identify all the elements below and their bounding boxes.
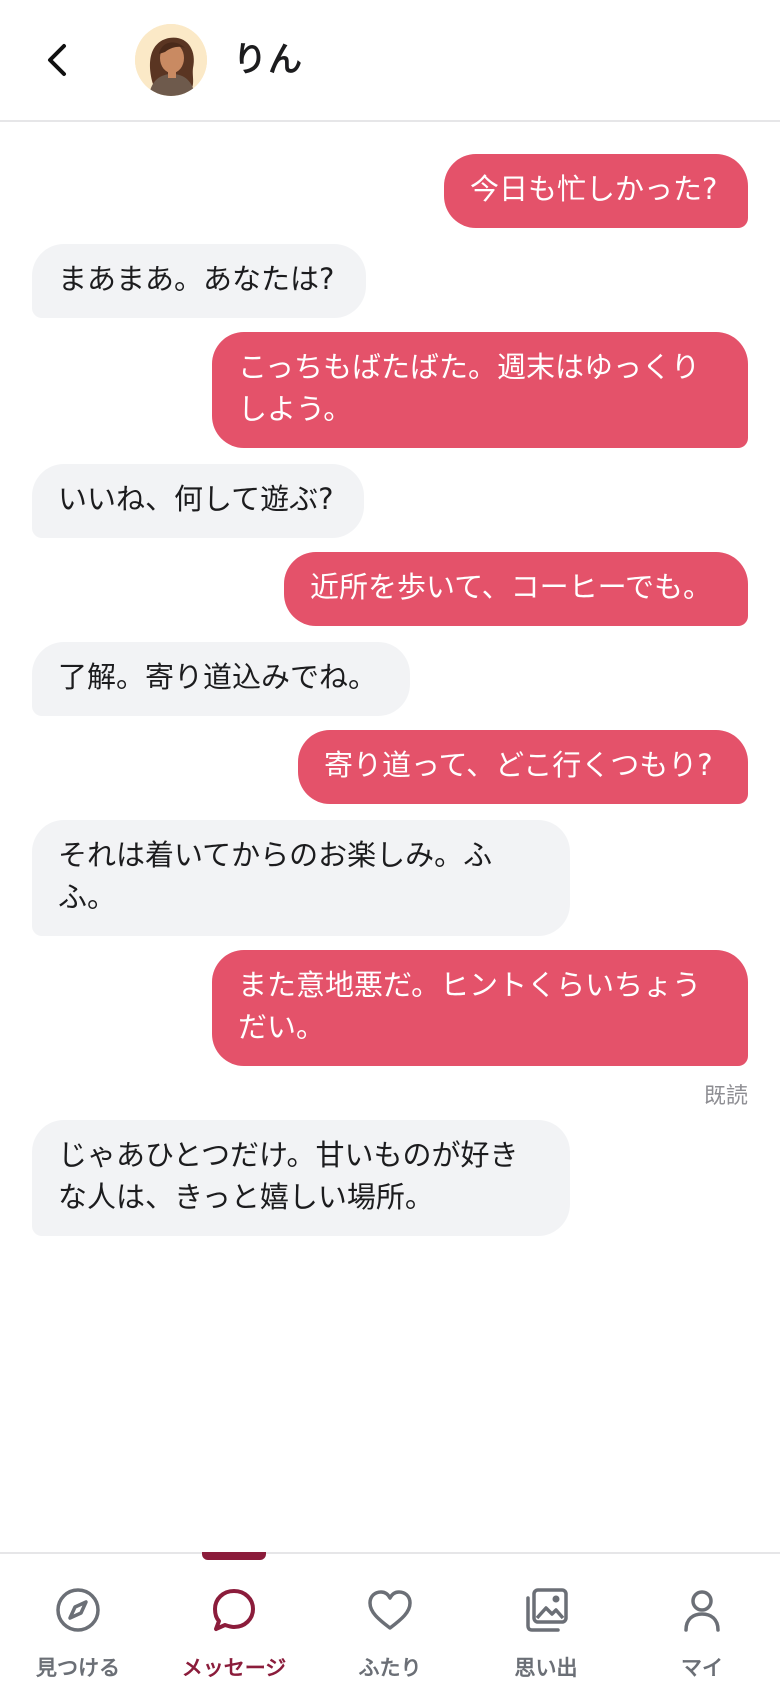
nav-item-memories[interactable]: 思い出 — [468, 1554, 624, 1692]
user-icon — [684, 1590, 720, 1632]
message-bubble-received[interactable]: それは着いてからのお楽しみ。ふふ。 — [32, 820, 570, 936]
nav-label: ふたり — [358, 1656, 422, 1680]
nav-item-discover[interactable]: 見つける — [0, 1554, 156, 1692]
nav-label: マイ — [681, 1656, 723, 1680]
chat-bubble-icon — [213, 1589, 255, 1631]
message-bubble-received[interactable]: まあまあ。あなたは? — [32, 244, 366, 318]
contact-name[interactable]: りん — [233, 36, 303, 84]
nav-item-couple[interactable]: ふたり — [312, 1554, 468, 1692]
message-bubble-sent[interactable]: こっちもばたばた。週末はゆっくりしよう。 — [212, 332, 748, 448]
message-bubble-received[interactable]: いいね、何して遊ぶ? — [32, 464, 364, 538]
bottom-nav: 見つける メッセージ ふたり 思い出 マイ — [0, 1552, 780, 1692]
avatar[interactable] — [135, 24, 207, 96]
back-button[interactable] — [30, 30, 84, 90]
message-bubble-sent[interactable]: また意地悪だ。ヒントくらいちょうだい。 — [212, 950, 748, 1066]
chevron-left-icon — [48, 44, 66, 76]
nav-label: メッセージ — [181, 1656, 287, 1680]
message-bubble-received[interactable]: 了解。寄り道込みでね。 — [32, 642, 410, 716]
heart-icon — [368, 1590, 412, 1630]
nav-item-my-page[interactable]: マイ — [624, 1554, 780, 1692]
nav-label: 思い出 — [514, 1656, 578, 1680]
photo-album-icon — [526, 1588, 568, 1632]
message-bubble-sent[interactable]: 寄り道って、どこ行くつもり? — [298, 730, 748, 804]
nav-item-messages[interactable]: メッセージ — [156, 1552, 312, 1692]
nav-label: 見つける — [36, 1656, 120, 1680]
message-bubble-sent[interactable]: 近所を歩いて、コーヒーでも。 — [284, 552, 748, 626]
message-bubble-received[interactable]: じゃあひとつだけ。甘いものが好きな人は、きっと嬉しい場所。 — [32, 1120, 570, 1236]
active-tab-indicator — [202, 1552, 266, 1560]
compass-icon — [56, 1588, 100, 1632]
message-bubble-sent[interactable]: 今日も忙しかった? — [444, 154, 748, 228]
read-receipt: 既読 — [703, 1084, 748, 1109]
chat-header: りん — [0, 0, 780, 122]
